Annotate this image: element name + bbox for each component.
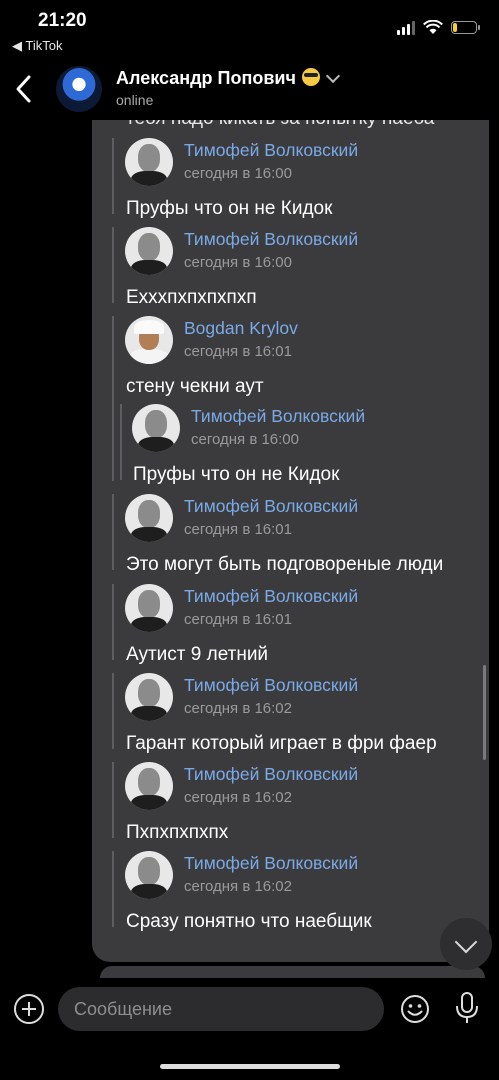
message-date: сегодня в 16:02 (184, 700, 292, 717)
battery-level (453, 23, 457, 32)
author-name[interactable]: Тимофей Волковский (184, 496, 358, 517)
message-date: сегодня в 16:01 (184, 521, 292, 538)
contact-avatar[interactable] (56, 66, 102, 112)
previous-message-text: тебя надо кикать за попытку наеба (126, 120, 434, 130)
message-date: сегодня в 16:00 (184, 254, 292, 271)
author-name[interactable]: Тимофей Волковский (184, 586, 358, 607)
author-avatar[interactable] (125, 227, 173, 275)
message-text: Это могут быть подговореные люди (126, 554, 444, 575)
next-message-bubble[interactable] (100, 966, 485, 978)
author-name[interactable]: Тимофей Волковский (184, 764, 358, 785)
forward-bar (112, 138, 114, 214)
author-avatar[interactable] (125, 762, 173, 810)
author-name[interactable]: Тимофей Волковский (184, 229, 358, 250)
forward-bar (112, 584, 114, 660)
scroll-down-button[interactable] (440, 918, 492, 970)
message-text: Ехххпхпхпхпхп (126, 287, 257, 308)
contact-name[interactable]: Александр Попович (116, 68, 340, 89)
message-date: сегодня в 16:01 (184, 343, 292, 360)
forward-bar (112, 494, 114, 570)
message-text: стену чекни аут (126, 376, 264, 397)
message-date: сегодня в 16:00 (184, 165, 292, 182)
chevron-down-icon[interactable] (325, 68, 340, 84)
author-name[interactable]: Тимофей Волковский (184, 140, 358, 161)
wifi-icon (423, 20, 443, 34)
battery-icon (451, 21, 480, 34)
author-name[interactable]: Тимофей Волковский (184, 675, 358, 696)
author-name[interactable]: Тимофей Волковский (191, 406, 365, 427)
message-date: сегодня в 16:01 (184, 611, 292, 628)
author-avatar[interactable] (125, 138, 173, 186)
status-icons (397, 20, 480, 35)
composer-bar (0, 980, 499, 1040)
author-name[interactable]: Bogdan Krylov (184, 318, 298, 339)
forward-bar (112, 227, 114, 303)
message-text: Гарант который играет в фри фаер (126, 733, 437, 754)
sunglasses-emoji-icon (301, 68, 320, 86)
message-date: сегодня в 16:00 (191, 431, 299, 448)
message-date: сегодня в 16:02 (184, 878, 292, 895)
message-text: Пруфы что он не Кидок (133, 464, 340, 485)
message-text: Аутист 9 летний (126, 644, 269, 665)
message-input[interactable] (58, 987, 384, 1031)
forward-bar (112, 316, 114, 481)
chevron-down-icon (454, 930, 478, 954)
author-avatar[interactable] (132, 404, 180, 452)
message-date: сегодня в 16:02 (184, 789, 292, 806)
message-text: Пхпхпхпхпх (126, 822, 229, 843)
author-avatar[interactable] (125, 584, 173, 632)
chevron-left-icon[interactable] (10, 72, 38, 106)
forward-bar (112, 673, 114, 749)
plus-circle-icon[interactable] (14, 994, 44, 1024)
smile-icon[interactable] (400, 994, 430, 1024)
author-avatar[interactable] (125, 673, 173, 721)
status-bar: 21:20 ◀ TikTok (0, 0, 499, 58)
message-text: Пруфы что он не Кидок (126, 198, 333, 219)
author-name[interactable]: Тимофей Волковский (184, 853, 358, 874)
author-avatar[interactable] (125, 851, 173, 899)
message-bubble[interactable]: тебя надо кикать за попытку наеба Тимофе… (92, 120, 489, 962)
author-avatar[interactable] (125, 316, 173, 364)
back-to-app-link[interactable]: ◀ TikTok (12, 38, 62, 54)
microphone-icon[interactable] (452, 990, 482, 1026)
contact-status: online (116, 92, 154, 108)
forward-bar (112, 762, 114, 838)
nested-forwarded-message[interactable]: Тимофей Волковский сегодня в 16:00 Пруфы… (120, 404, 420, 485)
forward-bar (120, 404, 122, 480)
forward-bar (112, 851, 114, 927)
home-indicator[interactable] (160, 1064, 340, 1069)
status-time: 21:20 (38, 10, 87, 31)
author-avatar[interactable] (125, 494, 173, 542)
cellular-signal-icon (397, 20, 415, 35)
message-text: Сразу понятно что наебщик (126, 911, 372, 932)
chat-header: Александр Попович online (0, 58, 499, 120)
scrollbar[interactable] (483, 665, 486, 760)
